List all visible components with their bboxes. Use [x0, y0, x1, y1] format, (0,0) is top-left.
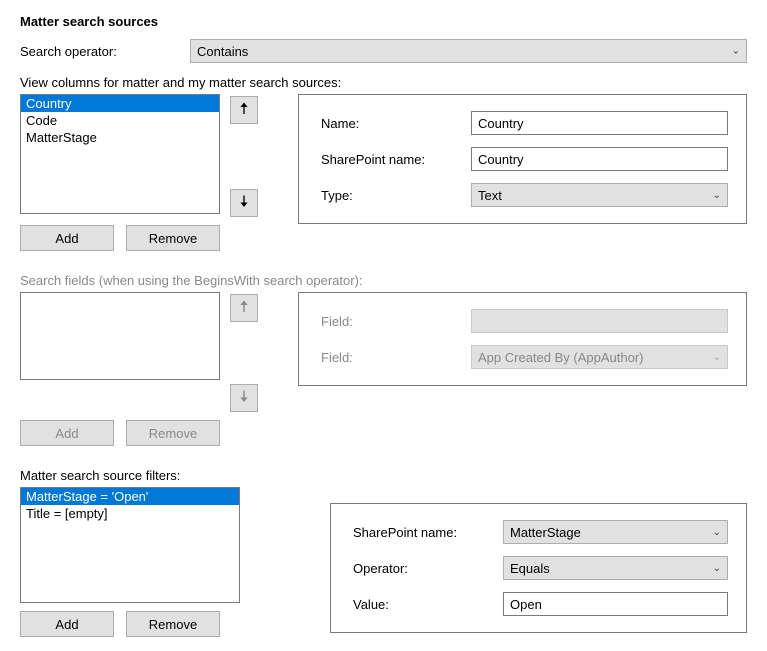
chevron-down-icon: ⌄: [713, 527, 721, 538]
sharepoint-name-input[interactable]: [471, 147, 728, 171]
chevron-down-icon: ⌄: [732, 46, 740, 57]
name-label: Name:: [321, 116, 471, 131]
filter-op-label: Operator:: [353, 561, 503, 576]
arrow-down-icon: 🠇: [240, 195, 249, 211]
field2-value: App Created By (AppAuthor): [478, 350, 643, 365]
sharepoint-name-label: SharePoint name:: [321, 152, 471, 167]
chevron-down-icon: ⌄: [713, 352, 721, 363]
view-columns-block: View columns for matter and my matter se…: [20, 75, 747, 251]
filter-detail-panel: SharePoint name: MatterStage ⌄ Operator:…: [330, 503, 747, 633]
search-operator-label: Search operator:: [20, 44, 190, 59]
type-select[interactable]: Text ⌄: [471, 183, 728, 207]
type-label: Type:: [321, 188, 471, 203]
search-fields-label: Search fields (when using the BeginsWith…: [20, 273, 747, 288]
move-up-button[interactable]: 🠅: [230, 96, 258, 124]
add-field-button: Add: [20, 420, 114, 446]
add-column-button[interactable]: Add: [20, 225, 114, 251]
filter-op-select[interactable]: Equals ⌄: [503, 556, 728, 580]
list-item[interactable]: Title = [empty]: [21, 505, 239, 522]
field-detail-panel: Field: Field: App Created By (AppAuthor)…: [298, 292, 747, 386]
search-operator-select[interactable]: Contains ⌄: [190, 39, 747, 63]
search-fields-block: Search fields (when using the BeginsWith…: [20, 273, 747, 446]
list-item[interactable]: Country: [21, 95, 219, 112]
list-item[interactable]: MatterStage = 'Open': [21, 488, 239, 505]
filters-label: Matter search source filters:: [20, 468, 747, 483]
filter-val-input[interactable]: [503, 592, 728, 616]
filters-block: Matter search source filters: MatterStag…: [20, 468, 747, 637]
move-down-button: 🠇: [230, 384, 258, 412]
section-title: Matter search sources: [20, 14, 747, 29]
column-detail-panel: Name: SharePoint name: Type: Text ⌄: [298, 94, 747, 224]
remove-filter-button[interactable]: Remove: [126, 611, 220, 637]
list-item[interactable]: Code: [21, 112, 219, 129]
list-item[interactable]: MatterStage: [21, 129, 219, 146]
filter-sp-value: MatterStage: [510, 525, 581, 540]
move-down-button[interactable]: 🠇: [230, 189, 258, 217]
filter-sp-label: SharePoint name:: [353, 525, 503, 540]
arrow-down-icon: 🠇: [240, 390, 249, 406]
field1-label: Field:: [321, 314, 471, 329]
search-operator-row: Search operator: Contains ⌄: [20, 39, 747, 63]
arrow-up-icon: 🠅: [240, 102, 249, 118]
filter-op-value: Equals: [510, 561, 550, 576]
chevron-down-icon: ⌄: [713, 563, 721, 574]
field2-label: Field:: [321, 350, 471, 365]
move-up-button: 🠅: [230, 294, 258, 322]
view-columns-listbox[interactable]: Country Code MatterStage: [20, 94, 220, 214]
field2-select: App Created By (AppAuthor) ⌄: [471, 345, 728, 369]
remove-column-button[interactable]: Remove: [126, 225, 220, 251]
filters-listbox[interactable]: MatterStage = 'Open' Title = [empty]: [20, 487, 240, 603]
search-operator-value: Contains: [197, 44, 248, 59]
arrow-up-icon: 🠅: [240, 300, 249, 316]
add-filter-button[interactable]: Add: [20, 611, 114, 637]
type-value: Text: [478, 188, 502, 203]
filter-sp-select[interactable]: MatterStage ⌄: [503, 520, 728, 544]
remove-field-button: Remove: [126, 420, 220, 446]
view-columns-label: View columns for matter and my matter se…: [20, 75, 747, 90]
chevron-down-icon: ⌄: [713, 190, 721, 201]
field1-input: [471, 309, 728, 333]
search-fields-listbox: [20, 292, 220, 380]
filter-val-label: Value:: [353, 597, 503, 612]
name-input[interactable]: [471, 111, 728, 135]
